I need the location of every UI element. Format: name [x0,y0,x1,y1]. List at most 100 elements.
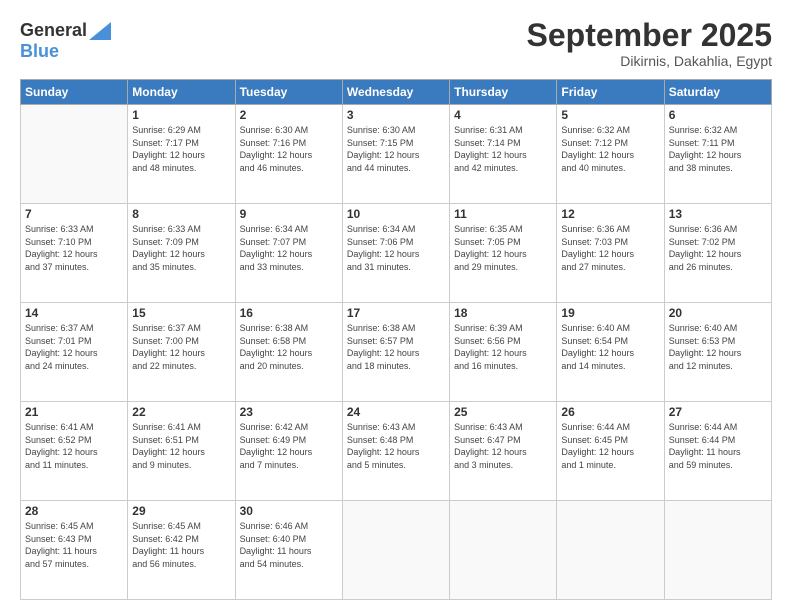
col-wednesday: Wednesday [342,80,449,105]
calendar-cell [342,501,449,600]
day-number: 9 [240,207,338,221]
calendar-cell [557,501,664,600]
calendar-cell: 9 Sunrise: 6:34 AM Sunset: 7:07 PM Daylig… [235,204,342,303]
calendar-cell: 27Sunrise: 6:44 AM Sunset: 6:44 PM Dayli… [664,402,771,501]
cell-text: Sunrise: 6:44 AM Sunset: 6:45 PM Dayligh… [561,421,659,471]
day-number: 16 [240,306,338,320]
day-number: 6 [669,108,767,122]
calendar-cell: 25 Sunrise: 6:43 AM Sunset: 6:47 PM Dayli… [450,402,557,501]
calendar-cell: 2 Sunrise: 6:30 AM Sunset: 7:16 PM Daylig… [235,105,342,204]
day-number: 4 [454,108,552,122]
title-block: September 2025 Dikirnis, Dakahlia, Egypt [527,18,772,69]
calendar-cell: 5Sunrise: 6:32 AM Sunset: 7:12 PM Daylig… [557,105,664,204]
day-number: 7 [25,207,123,221]
calendar-cell [21,105,128,204]
col-tuesday: Tuesday [235,80,342,105]
calendar-cell: 12 Sunrise: 6:36 AM Sunset: 7:03 PM Dayli… [557,204,664,303]
calendar-cell: 6 Sunrise: 6:32 AM Sunset: 7:11 PM Daylig… [664,105,771,204]
header: General Blue September 2025 Dikirnis, Da… [20,18,772,69]
day-number: 24 [347,405,445,419]
calendar-cell: 21 Sunrise: 6:41 AM Sunset: 6:52 PM Dayli… [21,402,128,501]
calendar-cell: 23 Sunrise: 6:42 AM Sunset: 6:49 PM Dayli… [235,402,342,501]
calendar-cell: 8Sunrise: 6:33 AM Sunset: 7:09 PM Daylig… [128,204,235,303]
day-number: 3 [347,108,445,122]
cell-text: Sunrise: 6:46 AM Sunset: 6:40 PM Dayligh… [240,520,338,570]
cell-text: Sunrise: 6:37 AM Sunset: 7:01 PM Dayligh… [25,322,123,372]
calendar-cell: 20Sunrise: 6:40 AM Sunset: 6:53 PM Dayli… [664,303,771,402]
day-number: 8 [132,207,230,221]
calendar-week-row: 7 Sunrise: 6:33 AM Sunset: 7:10 PM Daylig… [21,204,772,303]
col-monday: Monday [128,80,235,105]
cell-text: Sunrise: 6:33 AM Sunset: 7:10 PM Dayligh… [25,223,123,273]
cell-text: Sunrise: 6:41 AM Sunset: 6:52 PM Dayligh… [25,421,123,471]
cell-text: Sunrise: 6:30 AM Sunset: 7:16 PM Dayligh… [240,124,338,174]
day-number: 12 [561,207,659,221]
logo-general: General [20,21,87,39]
logo-blue: Blue [20,41,59,61]
cell-text: Sunrise: 6:34 AM Sunset: 7:07 PM Dayligh… [240,223,338,273]
day-number: 30 [240,504,338,518]
day-number: 14 [25,306,123,320]
col-saturday: Saturday [664,80,771,105]
calendar-cell: 18Sunrise: 6:39 AM Sunset: 6:56 PM Dayli… [450,303,557,402]
cell-text: Sunrise: 6:45 AM Sunset: 6:43 PM Dayligh… [25,520,123,570]
calendar-week-row: 21 Sunrise: 6:41 AM Sunset: 6:52 PM Dayli… [21,402,772,501]
calendar-cell: 13Sunrise: 6:36 AM Sunset: 7:02 PM Dayli… [664,204,771,303]
calendar-cell: 22 Sunrise: 6:41 AM Sunset: 6:51 PM Dayli… [128,402,235,501]
calendar-cell: 29 Sunrise: 6:45 AM Sunset: 6:42 PM Dayli… [128,501,235,600]
day-number: 21 [25,405,123,419]
cell-text: Sunrise: 6:32 AM Sunset: 7:12 PM Dayligh… [561,124,659,174]
page: General Blue September 2025 Dikirnis, Da… [0,0,792,612]
cell-text: Sunrise: 6:36 AM Sunset: 7:02 PM Dayligh… [669,223,767,273]
location: Dikirnis, Dakahlia, Egypt [527,53,772,69]
cell-text: Sunrise: 6:31 AM Sunset: 7:14 PM Dayligh… [454,124,552,174]
day-number: 22 [132,405,230,419]
cell-text: Sunrise: 6:41 AM Sunset: 6:51 PM Dayligh… [132,421,230,471]
calendar-cell: 15Sunrise: 6:37 AM Sunset: 7:00 PM Dayli… [128,303,235,402]
cell-text: Sunrise: 6:38 AM Sunset: 6:57 PM Dayligh… [347,322,445,372]
calendar-cell: 1Sunrise: 6:29 AM Sunset: 7:17 PM Daylig… [128,105,235,204]
calendar-table: Sunday Monday Tuesday Wednesday Thursday… [20,79,772,600]
calendar-cell: 4 Sunrise: 6:31 AM Sunset: 7:14 PM Daylig… [450,105,557,204]
day-number: 2 [240,108,338,122]
calendar-cell: 19Sunrise: 6:40 AM Sunset: 6:54 PM Dayli… [557,303,664,402]
day-number: 29 [132,504,230,518]
day-number: 23 [240,405,338,419]
cell-text: Sunrise: 6:45 AM Sunset: 6:42 PM Dayligh… [132,520,230,570]
cell-text: Sunrise: 6:36 AM Sunset: 7:03 PM Dayligh… [561,223,659,273]
calendar-cell: 7 Sunrise: 6:33 AM Sunset: 7:10 PM Daylig… [21,204,128,303]
month-title: September 2025 [527,18,772,53]
calendar-cell: 24Sunrise: 6:43 AM Sunset: 6:48 PM Dayli… [342,402,449,501]
cell-text: Sunrise: 6:40 AM Sunset: 6:53 PM Dayligh… [669,322,767,372]
calendar-cell: 11 Sunrise: 6:35 AM Sunset: 7:05 PM Dayli… [450,204,557,303]
cell-text: Sunrise: 6:34 AM Sunset: 7:06 PM Dayligh… [347,223,445,273]
calendar-cell: 3 Sunrise: 6:30 AM Sunset: 7:15 PM Daylig… [342,105,449,204]
calendar-week-row: 1Sunrise: 6:29 AM Sunset: 7:17 PM Daylig… [21,105,772,204]
cell-text: Sunrise: 6:42 AM Sunset: 6:49 PM Dayligh… [240,421,338,471]
day-number: 11 [454,207,552,221]
col-thursday: Thursday [450,80,557,105]
calendar-cell: 26 Sunrise: 6:44 AM Sunset: 6:45 PM Dayli… [557,402,664,501]
calendar-cell: 10 Sunrise: 6:34 AM Sunset: 7:06 PM Dayli… [342,204,449,303]
day-number: 25 [454,405,552,419]
cell-text: Sunrise: 6:32 AM Sunset: 7:11 PM Dayligh… [669,124,767,174]
cell-text: Sunrise: 6:43 AM Sunset: 6:47 PM Dayligh… [454,421,552,471]
cell-text: Sunrise: 6:35 AM Sunset: 7:05 PM Dayligh… [454,223,552,273]
calendar-cell [450,501,557,600]
col-sunday: Sunday [21,80,128,105]
calendar-cell: 16Sunrise: 6:38 AM Sunset: 6:58 PM Dayli… [235,303,342,402]
day-number: 26 [561,405,659,419]
day-number: 17 [347,306,445,320]
day-number: 27 [669,405,767,419]
calendar-cell: 14 Sunrise: 6:37 AM Sunset: 7:01 PM Dayli… [21,303,128,402]
calendar-cell: 17 Sunrise: 6:38 AM Sunset: 6:57 PM Dayli… [342,303,449,402]
day-number: 10 [347,207,445,221]
day-number: 18 [454,306,552,320]
calendar-week-row: 28Sunrise: 6:45 AM Sunset: 6:43 PM Dayli… [21,501,772,600]
calendar-cell: 28Sunrise: 6:45 AM Sunset: 6:43 PM Dayli… [21,501,128,600]
cell-text: Sunrise: 6:40 AM Sunset: 6:54 PM Dayligh… [561,322,659,372]
cell-text: Sunrise: 6:30 AM Sunset: 7:15 PM Dayligh… [347,124,445,174]
cell-text: Sunrise: 6:37 AM Sunset: 7:00 PM Dayligh… [132,322,230,372]
calendar-week-row: 14 Sunrise: 6:37 AM Sunset: 7:01 PM Dayli… [21,303,772,402]
calendar-cell: 30 Sunrise: 6:46 AM Sunset: 6:40 PM Dayli… [235,501,342,600]
